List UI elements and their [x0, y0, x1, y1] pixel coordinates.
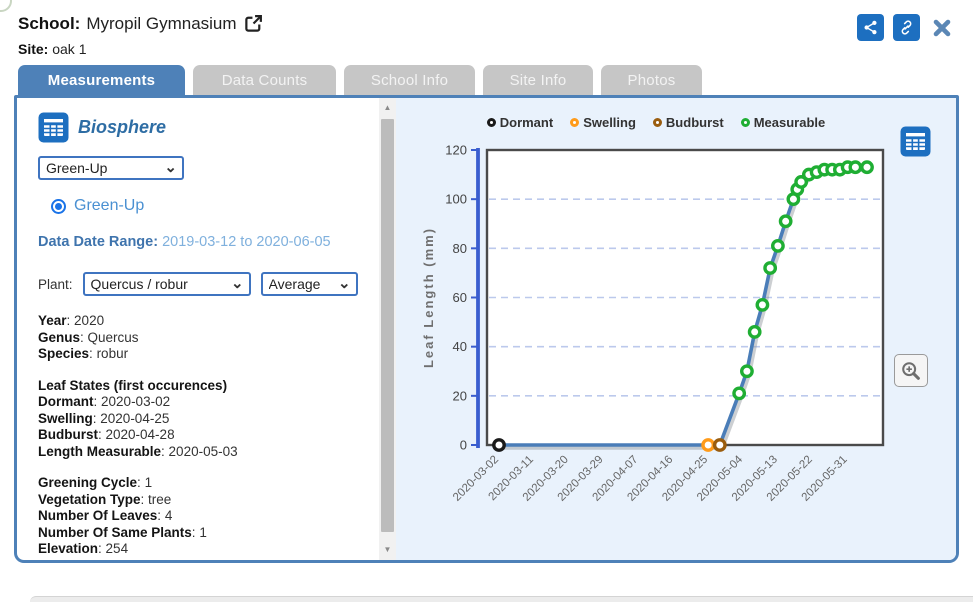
property-row: Greening Cycle: 1	[38, 475, 369, 492]
page-header: School: Myropil Gymnasium Site: oak 1	[0, 0, 973, 57]
chart-legend: Dormant Swelling Budburst Measurable	[396, 115, 916, 130]
tab-site-info[interactable]: Site Info	[483, 65, 593, 95]
link-icon	[898, 19, 915, 36]
legend-item: Budburst	[653, 115, 724, 130]
site-label: Site:	[18, 41, 48, 57]
scrollbar-thumb[interactable]	[381, 119, 394, 532]
chart-zoom-button[interactable]	[894, 354, 928, 387]
dataset-select-wrap: Green-Up	[38, 156, 184, 180]
svg-text:Leaf Length (mm): Leaf Length (mm)	[421, 227, 436, 368]
table-icon	[900, 126, 931, 157]
sidebar-scrollbar[interactable]: ▲ ▼	[379, 98, 396, 560]
sidebar: Biosphere Green-Up Green-Up Data Date Ra…	[17, 98, 379, 560]
school-name: Myropil Gymnasium	[86, 14, 236, 34]
svg-text:20: 20	[453, 388, 467, 403]
svg-text:120: 120	[445, 143, 467, 158]
tab-photos[interactable]: Photos	[601, 65, 702, 95]
detail-row: Year: 2020	[38, 313, 369, 330]
zoom-in-icon	[900, 360, 922, 382]
site-name: oak 1	[52, 41, 86, 57]
header-actions	[857, 14, 955, 41]
legend-item: Dormant	[487, 115, 553, 130]
data-date-range-label: Data Date Range:	[38, 234, 158, 250]
svg-text:40: 40	[453, 339, 467, 354]
legend-item: Swelling	[570, 115, 636, 130]
dataset-select[interactable]: Green-Up	[38, 156, 184, 180]
leaf-state-row: Swelling: 2020-04-25	[38, 411, 369, 428]
external-link-icon[interactable]	[243, 13, 264, 34]
close-button[interactable]	[929, 15, 955, 41]
plant-label: Plant:	[38, 277, 73, 292]
measurements-panel: Biosphere Green-Up Green-Up Data Date Ra…	[14, 95, 959, 563]
next-section-edge	[30, 596, 973, 602]
site-title-line: Site: oak 1	[18, 41, 955, 57]
plant-select-wrap: Quercus / robur	[83, 272, 251, 296]
tab-data-counts[interactable]: Data Counts	[193, 65, 336, 95]
share-button[interactable]	[857, 14, 884, 41]
scroll-down-icon[interactable]: ▼	[379, 542, 396, 558]
stat-select[interactable]: Average	[261, 272, 358, 296]
legend-item: Measurable	[741, 115, 826, 130]
svg-text:100: 100	[445, 192, 467, 207]
scroll-up-icon[interactable]: ▲	[379, 100, 396, 116]
plant-select[interactable]: Quercus / robur	[83, 272, 251, 296]
stat-select-wrap: Average	[261, 272, 358, 296]
tab-bar: Measurements Data Counts School Info Sit…	[18, 65, 973, 95]
school-label: School:	[18, 14, 80, 34]
biosphere-table-icon	[38, 112, 69, 143]
data-date-range-value: 2019-03-12 to 2020-06-05	[162, 234, 331, 250]
greenup-radio-row[interactable]: Green-Up	[51, 197, 369, 215]
close-icon	[931, 17, 953, 39]
property-row: Vegetation Type: tree	[38, 492, 369, 509]
property-row: Number Of Leaves: 4	[38, 508, 369, 525]
share-icon	[862, 19, 879, 36]
svg-text:60: 60	[453, 290, 467, 305]
detail-row: Species: robur	[38, 346, 369, 363]
property-row: Number Of Same Plants: 1	[38, 525, 369, 542]
svg-text:0: 0	[460, 438, 467, 453]
tab-measurements[interactable]: Measurements	[18, 65, 185, 95]
chart-area: DormantSwellingBudburstMeasurable 020406…	[396, 98, 956, 560]
legend-marker-icon	[653, 118, 662, 127]
leaf-state-row: Length Measurable: 2020-05-03	[38, 444, 369, 461]
link-button[interactable]	[893, 14, 920, 41]
biosphere-title: Biosphere	[78, 117, 166, 138]
school-title-line: School: Myropil Gymnasium	[18, 13, 955, 34]
legend-marker-icon	[741, 118, 750, 127]
detail-row: Genus: Quercus	[38, 330, 369, 347]
leaf-state-row: Budburst: 2020-04-28	[38, 427, 369, 444]
greenup-radio[interactable]	[51, 199, 66, 214]
leaf-states-heading: Leaf States (first occurences)	[38, 378, 369, 395]
chart-svg: 020406080100120Leaf Length (mm)2020-03-0…	[396, 98, 959, 560]
data-date-range: Data Date Range: 2019-03-12 to 2020-06-0…	[38, 234, 369, 250]
leaf-state-row: Dormant: 2020-03-02	[38, 394, 369, 411]
plant-details: Year: 2020 Genus: Quercus Species: robur…	[38, 313, 369, 558]
legend-marker-icon	[570, 118, 579, 127]
svg-text:80: 80	[453, 241, 467, 256]
greenup-radio-label: Green-Up	[74, 197, 144, 215]
show-data-table-button[interactable]	[900, 126, 931, 160]
property-row-clipped: Elevation: 254	[38, 541, 369, 558]
legend-marker-icon	[487, 118, 496, 127]
tab-school-info[interactable]: School Info	[344, 65, 475, 95]
